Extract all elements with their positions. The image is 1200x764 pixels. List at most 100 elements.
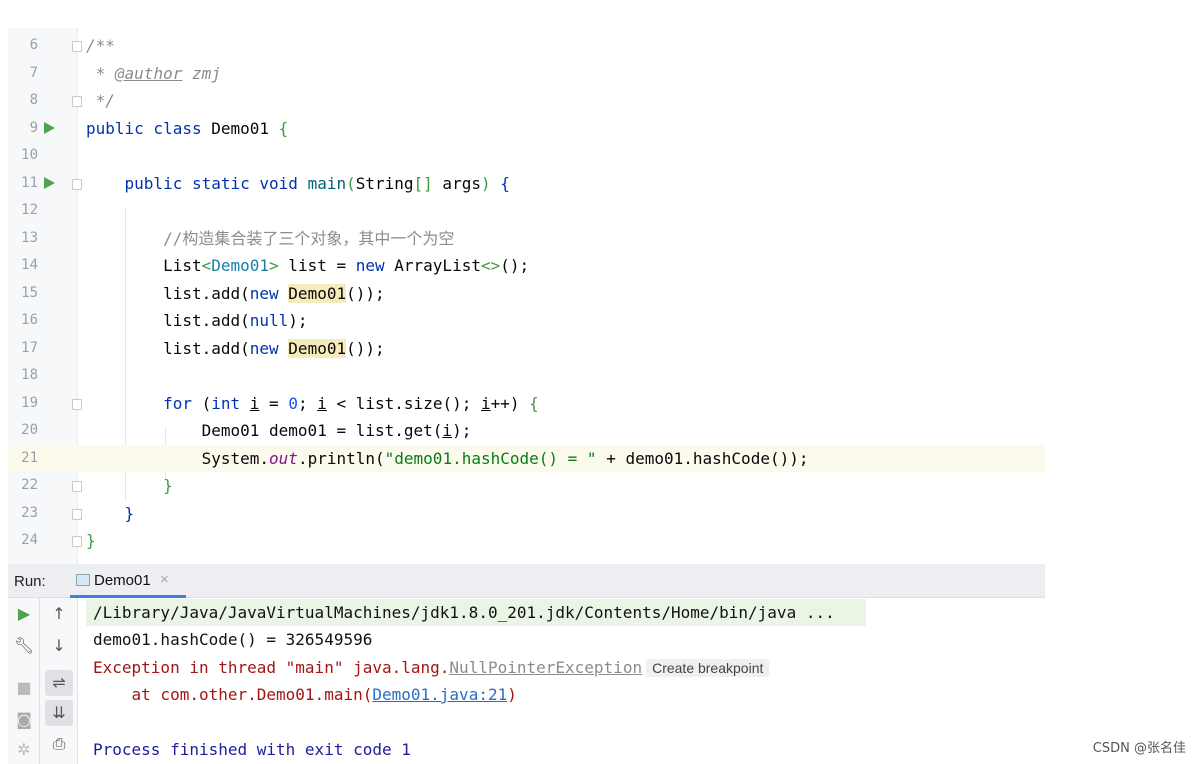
fold-icon[interactable]	[72, 96, 82, 107]
print-icon[interactable]: ⎙	[45, 734, 73, 754]
code-line[interactable]: 14 List<Demo01> list = new ArrayList<>()…	[8, 252, 1045, 279]
code-token: ;	[297, 393, 318, 413]
code-text: public class Demo01 {	[86, 115, 288, 142]
exception-class-link[interactable]: NullPointerException	[449, 658, 642, 677]
code-text: }	[86, 500, 135, 527]
code-line[interactable]: 13 //构造集合装了三个对象，其中一个为空	[8, 225, 1045, 252]
line-number[interactable]: 21	[8, 445, 38, 472]
rerun-icon[interactable]: ▶	[10, 604, 38, 623]
line-number[interactable]: 13	[8, 225, 38, 252]
code-token: Demo01	[211, 256, 270, 275]
code-token: System.	[86, 448, 270, 468]
code-line[interactable]: 17 list.add(new Demo01());	[8, 335, 1045, 362]
code-token: {	[278, 118, 289, 138]
code-token: /**	[86, 36, 115, 55]
code-line[interactable]: 22 }	[8, 472, 1045, 499]
code-line[interactable]: 19 for (int i = 0; i < list.size(); i++)…	[8, 390, 1045, 417]
line-number[interactable]: 22	[8, 472, 38, 499]
code-line[interactable]: 20 Demo01 demo01 = list.get(i);	[8, 417, 1045, 444]
code-line[interactable]: 18	[8, 362, 1045, 389]
run-icon[interactable]	[44, 121, 55, 134]
code-token: {	[490, 173, 510, 193]
code-token: i	[480, 393, 491, 413]
run-side-toolbar: ▶ 🔧︎ ■ ◙ ✲	[8, 598, 40, 764]
fold-icon[interactable]	[72, 178, 82, 190]
code-token: i	[442, 421, 453, 440]
code-line[interactable]: 10	[8, 142, 1045, 169]
code-line[interactable]: 16 list.add(null);	[8, 307, 1045, 334]
arrow-down-icon[interactable]: ↓	[45, 636, 73, 655]
code-line[interactable]: 8 */	[8, 87, 1045, 114]
code-text: /**	[86, 32, 115, 59]
code-line[interactable]: 21 System.out.println("demo01.hashCode()…	[8, 444, 1045, 472]
code-token: []	[413, 173, 433, 193]
run-icon[interactable]	[44, 176, 55, 189]
line-number[interactable]: 8	[8, 87, 38, 114]
code-line[interactable]: 23 }	[8, 500, 1045, 527]
line-number[interactable]: 23	[8, 500, 38, 527]
code-token: }	[86, 531, 96, 550]
code-editor[interactable]: 6/** 7 * @author zmj 8 */9 public class Dem…	[8, 28, 1045, 564]
code-token: )	[480, 173, 491, 193]
tab-demo01[interactable]: Demo01 ×	[70, 564, 186, 598]
line-number[interactable]: 15	[8, 280, 38, 307]
code-token: new	[249, 283, 289, 303]
code-text: List<Demo01> list = new ArrayList<>();	[86, 252, 529, 279]
line-number[interactable]: 20	[8, 417, 38, 444]
code-line[interactable]: 15 list.add(new Demo01());	[8, 280, 1045, 307]
console-line-finished: Process finished with exit code 1	[93, 740, 411, 759]
exception-text: Exception in thread "main" java.lang.	[93, 658, 450, 677]
fold-icon[interactable]	[72, 536, 82, 547]
fold-icon[interactable]	[72, 398, 82, 410]
code-token: public class	[86, 118, 212, 138]
console-line-exception: Exception in thread "main" java.lang.Nul…	[93, 654, 770, 682]
line-number[interactable]: 18	[8, 362, 38, 389]
bug-icon[interactable]: ✲	[10, 740, 38, 759]
code-token: out	[269, 448, 298, 468]
close-icon[interactable]: ×	[160, 571, 169, 588]
line-number[interactable]: 6	[8, 32, 38, 59]
code-line[interactable]: 24}	[8, 527, 1045, 554]
code-token: }	[86, 503, 135, 523]
code-token: */	[86, 91, 115, 110]
code-line[interactable]: 9 public class Demo01 {	[8, 115, 1045, 142]
wrench-icon[interactable]: 🔧︎	[10, 636, 38, 655]
line-number[interactable]: 7	[8, 60, 38, 87]
fold-icon[interactable]	[72, 41, 82, 52]
code-text: for (int i = 0; i < list.size(); i++) {	[86, 390, 539, 417]
line-number[interactable]: 16	[8, 307, 38, 334]
line-number[interactable]: 10	[8, 142, 38, 169]
arrow-up-icon[interactable]: ↑	[45, 604, 73, 623]
line-number[interactable]: 9	[8, 115, 38, 142]
code-token: *	[86, 63, 115, 83]
stop-icon[interactable]: ■	[10, 678, 38, 697]
source-link[interactable]: Demo01.java:21	[372, 685, 507, 704]
soft-wrap-icon[interactable]: ⇌	[45, 670, 73, 696]
code-token: ());	[346, 338, 385, 358]
line-number[interactable]: 12	[8, 197, 38, 224]
code-text: */	[86, 87, 115, 114]
camera-icon[interactable]: ◙	[10, 710, 38, 729]
fold-icon[interactable]	[72, 481, 82, 492]
scroll-to-end-icon[interactable]: ⇊	[45, 700, 73, 726]
code-line[interactable]: 6 /**	[8, 32, 1045, 59]
line-number[interactable]: 19	[8, 390, 38, 417]
code-line[interactable]: 7 * @author zmj	[8, 60, 1045, 87]
code-text: public static void main(String[] args) {	[86, 170, 510, 197]
create-breakpoint-button[interactable]: Create breakpoint	[646, 659, 770, 677]
code-text: Demo01 demo01 = list.get(i);	[86, 417, 472, 444]
code-line[interactable]: 12	[8, 197, 1045, 224]
code-line[interactable]: 11 public static void main(String[] args…	[8, 170, 1045, 197]
fold-icon[interactable]	[72, 508, 82, 520]
line-number[interactable]: 24	[8, 527, 38, 554]
code-token: new	[249, 338, 289, 358]
code-token: list.add(	[86, 338, 250, 358]
line-number[interactable]: 17	[8, 335, 38, 362]
line-number[interactable]: 14	[8, 252, 38, 279]
line-number[interactable]: 11	[8, 170, 38, 197]
code-token: zmj	[182, 63, 221, 83]
code-token: @author	[114, 63, 183, 83]
code-token: ());	[346, 283, 385, 303]
code-token: ;	[519, 256, 530, 275]
